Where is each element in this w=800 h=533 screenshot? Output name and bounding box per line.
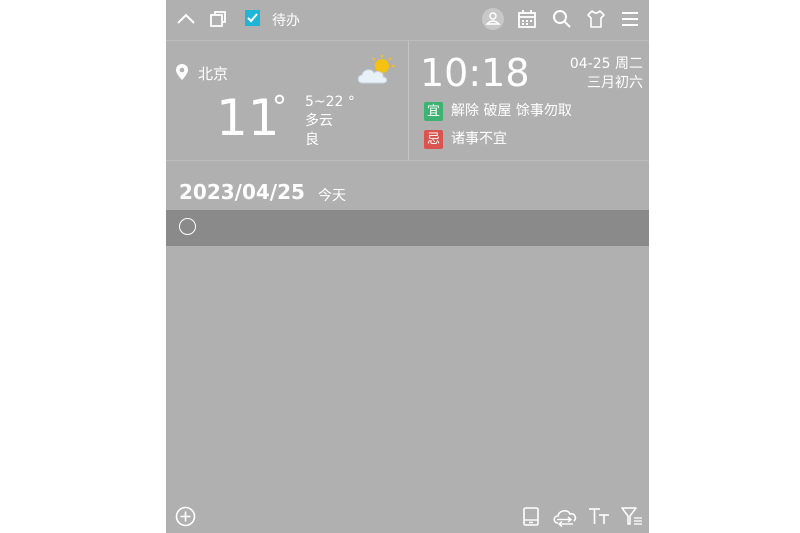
top-bar: 待办 xyxy=(166,0,649,40)
degree-symbol: ° xyxy=(272,90,287,125)
current-date: 04-25 周二 xyxy=(569,56,643,72)
city-name[interactable]: 北京 xyxy=(198,63,228,84)
section-divider xyxy=(408,41,409,160)
calendar-icon[interactable] xyxy=(517,9,537,29)
pin-window-icon[interactable] xyxy=(208,10,228,28)
today-label: 今天 xyxy=(318,188,346,204)
todo-widget: 待办 北京 11 ° 5~22 ° 多云 良 10:18 04-25 周二 三月… xyxy=(166,0,649,533)
current-time: 10:18 xyxy=(420,51,530,95)
auspicious-badge: 宜 xyxy=(424,102,443,121)
task-checkbox[interactable] xyxy=(179,218,196,235)
account-icon[interactable] xyxy=(482,8,504,30)
list-date-heading: 2023/04/25 xyxy=(179,180,305,204)
inauspicious-badge: 忌 xyxy=(424,130,443,149)
air-quality: 良 xyxy=(305,132,319,148)
weather-time-section: 北京 11 ° 5~22 ° 多云 良 10:18 04-25 周二 三月初六 … xyxy=(166,40,649,161)
partly-cloudy-icon xyxy=(356,55,396,87)
current-temperature: 11 xyxy=(216,89,280,147)
temperature-range: 5~22 ° xyxy=(305,94,355,110)
app-title: 待办 xyxy=(272,13,300,29)
skin-icon[interactable] xyxy=(586,9,606,29)
inauspicious-text: 诸事不宜 xyxy=(451,131,507,147)
menu-icon[interactable] xyxy=(621,10,639,28)
tablet-icon[interactable] xyxy=(522,506,540,527)
auspicious-text: 解除 破屋 馀事勿取 xyxy=(451,103,572,119)
add-icon[interactable] xyxy=(175,506,196,527)
new-task-row[interactable] xyxy=(166,210,649,246)
font-size-icon[interactable] xyxy=(587,506,611,527)
location-pin-icon xyxy=(175,63,189,81)
todo-app-icon xyxy=(244,9,261,27)
cloud-sync-icon[interactable] xyxy=(551,506,579,527)
weather-condition: 多云 xyxy=(305,113,333,129)
collapse-icon[interactable] xyxy=(176,10,196,28)
filter-list-icon[interactable] xyxy=(620,506,644,527)
search-icon[interactable] xyxy=(552,9,572,29)
lunar-date: 三月初六 xyxy=(587,75,643,91)
